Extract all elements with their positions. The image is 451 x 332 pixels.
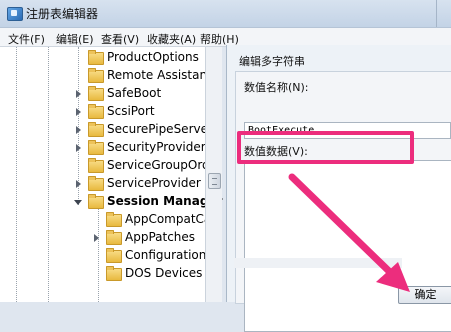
folder-icon (88, 86, 104, 101)
folder-icon (88, 158, 104, 173)
ok-button[interactable]: 确定 (398, 286, 451, 304)
value-name-label: 数值名称(N): (244, 81, 309, 94)
tree-item-label: ServiceProvider (107, 176, 201, 190)
expand-arrow-icon[interactable] (76, 90, 81, 98)
tree-item[interactable]: ServiceGroupOrder (0, 157, 222, 175)
folder-icon (88, 50, 104, 65)
expand-arrow-icon[interactable] (94, 234, 99, 242)
menu-favorites[interactable]: 收藏夹(A) (147, 31, 196, 47)
annotation-highlight-box (237, 131, 414, 164)
folder-icon (106, 248, 122, 263)
folder-icon (88, 68, 104, 83)
tree-item[interactable]: Remote Assistance (0, 67, 221, 85)
folder-icon (88, 176, 104, 191)
tree-child-item[interactable]: Configuration M (0, 247, 221, 265)
menu-view[interactable]: 查看(V) (101, 31, 139, 47)
tree-scrollbar[interactable] (205, 47, 222, 302)
tree-item-label: SecurityProviders (107, 140, 212, 154)
tree-child-item[interactable]: AppCompatCac (0, 211, 218, 229)
tree-item[interactable]: SecurePipeServers (0, 121, 219, 139)
registry-editor-icon (7, 7, 23, 21)
folder-icon (106, 230, 122, 245)
tree-item[interactable]: SafeBoot (0, 85, 205, 103)
value-data-hscrollbar[interactable] (234, 258, 402, 268)
tree-child-item[interactable]: DOS Devices (0, 265, 205, 283)
menu-file[interactable]: 文件(F) (8, 31, 45, 47)
tree-item[interactable]: ServiceProvider (0, 175, 205, 193)
title-bar-divider (436, 0, 437, 27)
tree-item-label: ScsiPort (107, 104, 155, 118)
window-title: 注册表编辑器 (26, 7, 99, 21)
folder-icon (88, 194, 104, 209)
dialog-body: 数值名称(N): BootExecute 数值数据(V): (235, 71, 451, 332)
collapse-arrow-icon[interactable] (74, 200, 82, 205)
tree-item[interactable]: ProductOptions (0, 49, 205, 67)
dialog-title: 编辑多字符串 (239, 55, 305, 68)
tree-item-label: DOS Devices (125, 266, 203, 280)
folder-icon (88, 104, 104, 119)
value-data-textarea[interactable] (244, 160, 451, 332)
tree-item-label: AppPatches (125, 230, 196, 244)
tree-item-session-manager[interactable]: Session Manager (0, 193, 222, 211)
expand-arrow-icon[interactable] (76, 144, 81, 152)
registry-tree[interactable]: ProductOptions Remote Assistance SafeBoo… (0, 47, 222, 302)
scrollbar-thumb[interactable] (208, 173, 221, 189)
tree-item-label: SafeBoot (107, 86, 162, 100)
expand-arrow-icon[interactable] (76, 180, 81, 188)
tree-item-label: SecurePipeServers (107, 122, 220, 136)
expand-arrow-icon[interactable] (76, 108, 81, 116)
tree-item-label: AppCompatCac (125, 212, 218, 226)
folder-icon (106, 212, 122, 227)
tree-item-label: Remote Assistance (107, 68, 222, 82)
tree-child-item[interactable]: AppPatches (0, 229, 205, 247)
folder-icon (106, 266, 122, 281)
menu-edit[interactable]: 编辑(E) (56, 31, 94, 47)
tree-item[interactable]: ScsiPort (0, 103, 205, 121)
expand-arrow-icon[interactable] (76, 126, 81, 134)
folder-icon (88, 122, 104, 137)
tree-item-label: ProductOptions (107, 50, 199, 64)
tree-item[interactable]: SecurityProviders (0, 139, 212, 157)
title-bar[interactable]: 注册表编辑器 (0, 0, 451, 28)
folder-icon (88, 140, 104, 155)
